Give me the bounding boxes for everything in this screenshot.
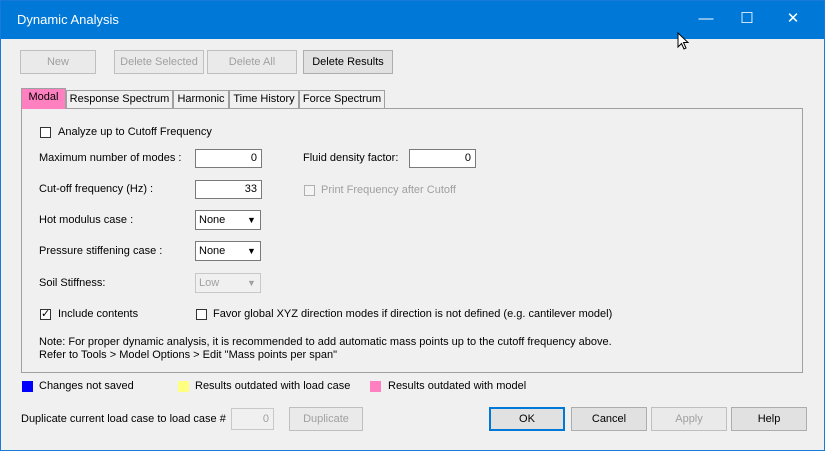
chevron-down-icon: ▼ — [247, 278, 256, 288]
hot-modulus-select[interactable]: None ▼ — [195, 210, 261, 230]
duplicate-button[interactable]: Duplicate — [289, 407, 363, 431]
legend-label-load-case: Results outdated with load case — [195, 380, 351, 392]
soil-stiffness-label: Soil Stiffness: — [39, 277, 106, 289]
max-modes-label: Maximum number of modes : — [39, 152, 182, 164]
note-line-2: Refer to Tools > Model Options > Edit "M… — [39, 349, 338, 361]
soil-stiffness-select[interactable]: Low ▼ — [195, 273, 261, 293]
analyze-cutoff-label: Analyze up to Cutoff Frequency — [58, 126, 212, 138]
tab-response-spectrum[interactable]: Response Spectrum — [66, 90, 173, 108]
chevron-down-icon: ▼ — [247, 215, 256, 225]
help-button[interactable]: Help — [731, 407, 807, 431]
hot-modulus-label: Hot modulus case : — [39, 214, 134, 226]
note-line-1: Note: For proper dynamic analysis, it is… — [39, 336, 612, 348]
pressure-stiff-select[interactable]: None ▼ — [195, 241, 261, 261]
mouse-cursor-icon — [677, 32, 690, 50]
close-icon[interactable]: ✕ — [783, 9, 803, 29]
analyze-cutoff-checkbox[interactable] — [40, 127, 51, 138]
minimize-icon[interactable]: — — [696, 9, 716, 29]
legend-label-model: Results outdated with model — [388, 380, 527, 392]
pressure-stiff-label: Pressure stiffening case : — [39, 245, 163, 257]
include-contents-label: Include contents — [58, 308, 139, 320]
ok-button[interactable]: OK — [489, 407, 565, 431]
favor-global-label: Favor global XYZ direction modes if dire… — [213, 308, 613, 320]
tab-modal[interactable]: Modal — [21, 88, 66, 109]
fluid-density-label: Fluid density factor: — [303, 152, 399, 164]
delete-all-button[interactable]: Delete All — [207, 50, 297, 74]
dynamic-analysis-window: Dynamic Analysis — ☐ ✕ New Delete Select… — [0, 0, 825, 451]
legend-swatch-model — [370, 381, 381, 392]
maximize-icon[interactable]: ☐ — [737, 9, 757, 29]
legend-swatch-changes — [22, 381, 33, 392]
title-bar: Dynamic Analysis — ☐ ✕ — [1, 1, 824, 39]
fluid-density-input[interactable]: 0 — [409, 149, 476, 168]
tab-time-history[interactable]: Time History — [229, 90, 299, 108]
delete-results-button[interactable]: Delete Results — [303, 50, 393, 74]
tab-force-spectrum[interactable]: Force Spectrum — [299, 90, 385, 108]
pressure-stiff-value: None — [199, 245, 226, 257]
tab-harmonic[interactable]: Harmonic — [173, 90, 229, 108]
duplicate-case-input[interactable]: 0 — [231, 408, 274, 430]
cancel-button[interactable]: Cancel — [571, 407, 647, 431]
window-title: Dynamic Analysis — [17, 12, 119, 27]
new-button[interactable]: New — [20, 50, 96, 74]
chevron-down-icon: ▼ — [247, 246, 256, 256]
hot-modulus-value: None — [199, 214, 226, 226]
print-freq-label: Print Frequency after Cutoff — [321, 184, 456, 196]
cutoff-freq-input[interactable]: 33 — [195, 180, 262, 199]
cutoff-freq-label: Cut-off frequency (Hz) : — [39, 183, 154, 195]
max-modes-input[interactable]: 0 — [195, 149, 262, 168]
include-contents-checkbox[interactable]: ✓ — [40, 309, 51, 320]
print-freq-checkbox[interactable] — [304, 185, 315, 196]
apply-button[interactable]: Apply — [651, 407, 727, 431]
delete-selected-button[interactable]: Delete Selected — [114, 50, 204, 74]
favor-global-checkbox[interactable] — [196, 309, 207, 320]
legend-label-changes: Changes not saved — [39, 380, 134, 392]
duplicate-label: Duplicate current load case to load case… — [21, 413, 226, 425]
soil-stiffness-value: Low — [199, 277, 220, 289]
legend-swatch-load-case — [178, 381, 189, 392]
modal-panel: Analyze up to Cutoff Frequency Maximum n… — [21, 108, 803, 373]
